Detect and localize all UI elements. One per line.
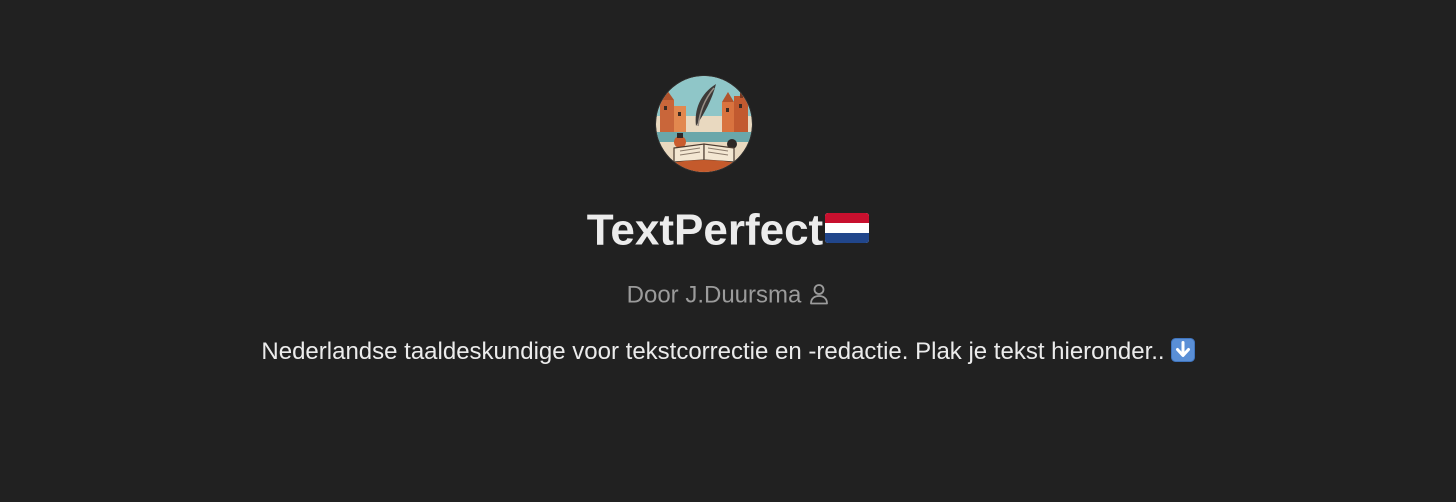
- description-text: Nederlandse taaldeskundige voor tekstcor…: [261, 338, 1165, 365]
- netherlands-flag-icon: [825, 213, 870, 244]
- gpt-avatar: [656, 76, 752, 172]
- gpt-author[interactable]: Door J.Duursma: [0, 280, 1456, 311]
- gpt-description: Nederlandse taaldeskundige voor tekstcor…: [248, 334, 1208, 370]
- person-icon: [810, 284, 829, 305]
- book-quill-avatar-icon: [656, 76, 752, 172]
- gpt-title-text: TextPerfect: [586, 205, 824, 255]
- gpt-title: TextPerfect: [0, 200, 1456, 258]
- down-arrow-icon: [1170, 338, 1195, 362]
- author-label: Door J.Duursma: [626, 281, 802, 309]
- gpt-profile-page: TextPerfect Door J.Duursma Nederlandse t…: [0, 0, 1456, 502]
